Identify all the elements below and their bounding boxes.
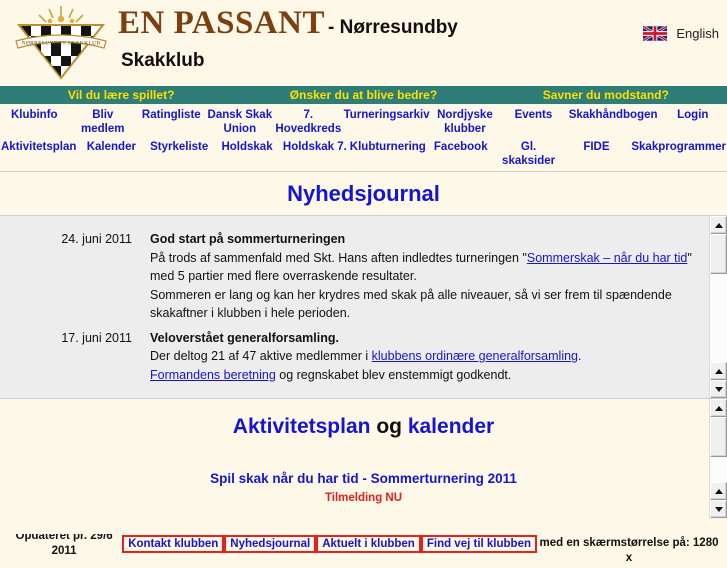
scroll-down-button-upper[interactable] <box>710 362 727 380</box>
svg-text:NØRRESUNDBY SKAKKLUB: NØRRESUNDBY SKAKKLUB <box>22 41 101 47</box>
activity-signup-link[interactable]: Tilmelding NU <box>0 492 727 504</box>
arrow-down-icon <box>714 386 723 392</box>
footer-button-find-vej-til-klubben[interactable]: Find vej til klubben <box>420 534 537 553</box>
nav-item-holdskak[interactable]: Holdskak <box>213 138 281 156</box>
nav-item-aktivitetsplan[interactable]: Aktivitetsplan <box>0 138 77 156</box>
activity-heading-plan: Aktivitetsplan <box>232 415 371 438</box>
scrollbar-thumb[interactable] <box>710 234 727 274</box>
news-heading-text: Nyhedsjournal <box>287 181 440 206</box>
scroll-down-button[interactable] <box>710 500 727 518</box>
nav-item-nordjyske-klubber[interactable]: Nordjyske klubber <box>431 106 500 138</box>
scrollbar-track[interactable] <box>710 417 727 482</box>
language-label: English <box>676 26 719 41</box>
news-paragraph: Der deltog 21 af 47 aktive medlemmer i k… <box>150 347 705 366</box>
arrow-up-icon <box>714 405 723 411</box>
page-title: EN PASSANT <box>118 5 326 41</box>
tagline-learn: Vil du lære spillet? <box>67 88 175 102</box>
nav-item-klubturnering[interactable]: Klubturnering <box>349 138 427 156</box>
news-item: 24. juni 2011 God start på sommerturneri… <box>0 230 727 323</box>
news-link-sommerskak[interactable]: Sommerskak – når du har tid <box>527 251 688 265</box>
language-switcher[interactable]: English <box>643 26 719 41</box>
nav-item-facebook[interactable]: Facebook <box>427 138 495 156</box>
nav-item-turneringsarkiv[interactable]: Turneringsarkiv <box>343 106 431 124</box>
arrow-up-icon <box>714 488 723 494</box>
news-text: Der deltog 21 af 47 aktive medlemmer i <box>150 349 372 363</box>
news-date: 17. juni 2011 <box>61 330 132 345</box>
scroll-up-button[interactable] <box>710 399 727 417</box>
nav-row-primary: Klubinfo Bliv medlem Ratingliste Dansk S… <box>0 106 727 138</box>
main-navigation: Klubinfo Bliv medlem Ratingliste Dansk S… <box>0 104 727 171</box>
news-body: Veloverstået generalforsamling. Der delt… <box>150 329 705 385</box>
nav-item-ratingliste[interactable]: Ratingliste <box>137 106 206 124</box>
news-paragraph: Formandens beretning og regnskabet blev … <box>150 366 705 385</box>
arrow-up-icon <box>714 368 723 374</box>
news-text: På trods af sammenfald med Skt. Hans aft… <box>150 250 527 265</box>
news-link-generalforsamling[interactable]: klubbens ordinære generalforsamling <box>372 349 578 363</box>
footer-button-nyhedsjournal[interactable]: Nyhedsjournal <box>224 534 317 553</box>
scroll-up-button-lower[interactable] <box>710 482 727 500</box>
tagline-banner: Vil du lære spillet? Ønsker du at blive … <box>0 86 727 104</box>
activity-heading: Aktivitetsplan og kalender <box>0 415 727 439</box>
activity-content: Aktivitetsplan og kalender Spil skak når… <box>0 399 727 534</box>
footer-button-aktuelt-i-klubben[interactable]: Aktuelt i klubben <box>316 534 421 553</box>
arrow-down-icon <box>714 506 723 512</box>
tagline-opponent: Savner du modstand? <box>542 88 669 102</box>
news-body: God start på sommerturneringen På trods … <box>150 230 705 323</box>
activity-subtitle: Spil skak når du har tid - Sommerturneri… <box>210 471 517 486</box>
news-frame: 24. juni 2011 God start på sommerturneri… <box>0 215 727 412</box>
nav-item-dansk-skak-union[interactable]: Dansk Skak Union <box>206 106 275 138</box>
site-header: NØRRESUNDBY SKAKKLUB EN PASSANT - Nørresu… <box>0 0 727 86</box>
news-scrollbar[interactable] <box>709 216 727 398</box>
nav-item-klubinfo[interactable]: Klubinfo <box>0 106 69 124</box>
news-text: og regnskabet blev enstemmigt godkendt. <box>275 367 512 382</box>
news-title: God start på sommerturneringen <box>150 232 346 246</box>
nav-item-gl-skaksider[interactable]: Gl. skaksider <box>495 138 563 170</box>
footer-button-slot: Nyhedsjournal <box>224 534 317 553</box>
page-subtitle: - Nørresundby <box>328 17 458 38</box>
scrollbar-track[interactable] <box>710 234 727 362</box>
news-item: 17. juni 2011 Veloverstået generalforsam… <box>0 329 727 385</box>
club-logo: NØRRESUNDBY SKAKKLUB <box>8 3 114 83</box>
footer-button-kontakt-klubben[interactable]: Kontakt klubben <box>122 534 225 553</box>
scroll-up-button[interactable] <box>710 216 727 234</box>
page-root: NØRRESUNDBY SKAKKLUB EN PASSANT - Nørresu… <box>0 0 727 568</box>
scroll-down-button[interactable] <box>710 380 727 398</box>
news-text: . <box>578 349 582 363</box>
nav-item-styrkeliste[interactable]: Styrkeliste <box>145 138 213 156</box>
scrollbar-thumb[interactable] <box>710 417 727 457</box>
activity-scrollbar[interactable] <box>709 399 727 518</box>
uk-flag-icon <box>643 26 668 41</box>
nav-item-kalender[interactable]: Kalender <box>77 138 145 156</box>
tagline-improve: Ønsker du at blive bedre? <box>289 88 438 102</box>
news-paragraph: Sommeren er lang og kan her krydres med … <box>150 287 672 321</box>
nav-item-events[interactable]: Events <box>499 106 568 124</box>
activity-heading-kalender: kalender <box>407 415 495 438</box>
nav-item-login[interactable]: Login <box>659 106 727 124</box>
news-paragraph: På trods af sammenfald med Skt. Hans aft… <box>150 249 705 286</box>
footer-button-slot: Kontakt klubben <box>122 534 225 553</box>
news-date: 24. juni 2011 <box>61 232 132 246</box>
activity-frame: Aktivitetsplan og kalender Spil skak når… <box>0 398 727 534</box>
page-title-line2: Skakklub <box>121 50 205 71</box>
nav-item-bliv-medlem[interactable]: Bliv medlem <box>69 106 138 138</box>
news-link-formandens-beretning[interactable]: Formandens beretning <box>150 368 276 382</box>
footer-button-slot: Find vej til klubben <box>420 534 537 553</box>
news-list: 24. juni 2011 God start på sommerturneri… <box>0 216 727 412</box>
nav-item-skakhaandbogen[interactable]: Skakhåndbogen <box>568 106 659 124</box>
nav-item-holdskak-7[interactable]: Holdskak 7. <box>281 138 349 156</box>
news-title: Veloverstået generalforsamling. <box>150 330 339 345</box>
arrow-up-icon <box>714 222 723 228</box>
nav-item-skakprogrammer[interactable]: Skakprogrammer <box>630 138 727 156</box>
nav-row-secondary: Aktivitetsplan Kalender Styrkeliste Hold… <box>0 138 727 170</box>
site-title-block: EN PASSANT - Nørresundby Skakklub <box>118 4 458 72</box>
news-section-heading: Nyhedsjournal <box>0 172 727 215</box>
nav-item-fide[interactable]: FIDE <box>563 138 631 156</box>
footer-button-slot: Aktuelt i klubben <box>316 534 421 553</box>
activity-heading-og: og <box>376 415 402 438</box>
nav-item-7-hovedkreds[interactable]: 7. Hovedkreds <box>274 106 343 138</box>
